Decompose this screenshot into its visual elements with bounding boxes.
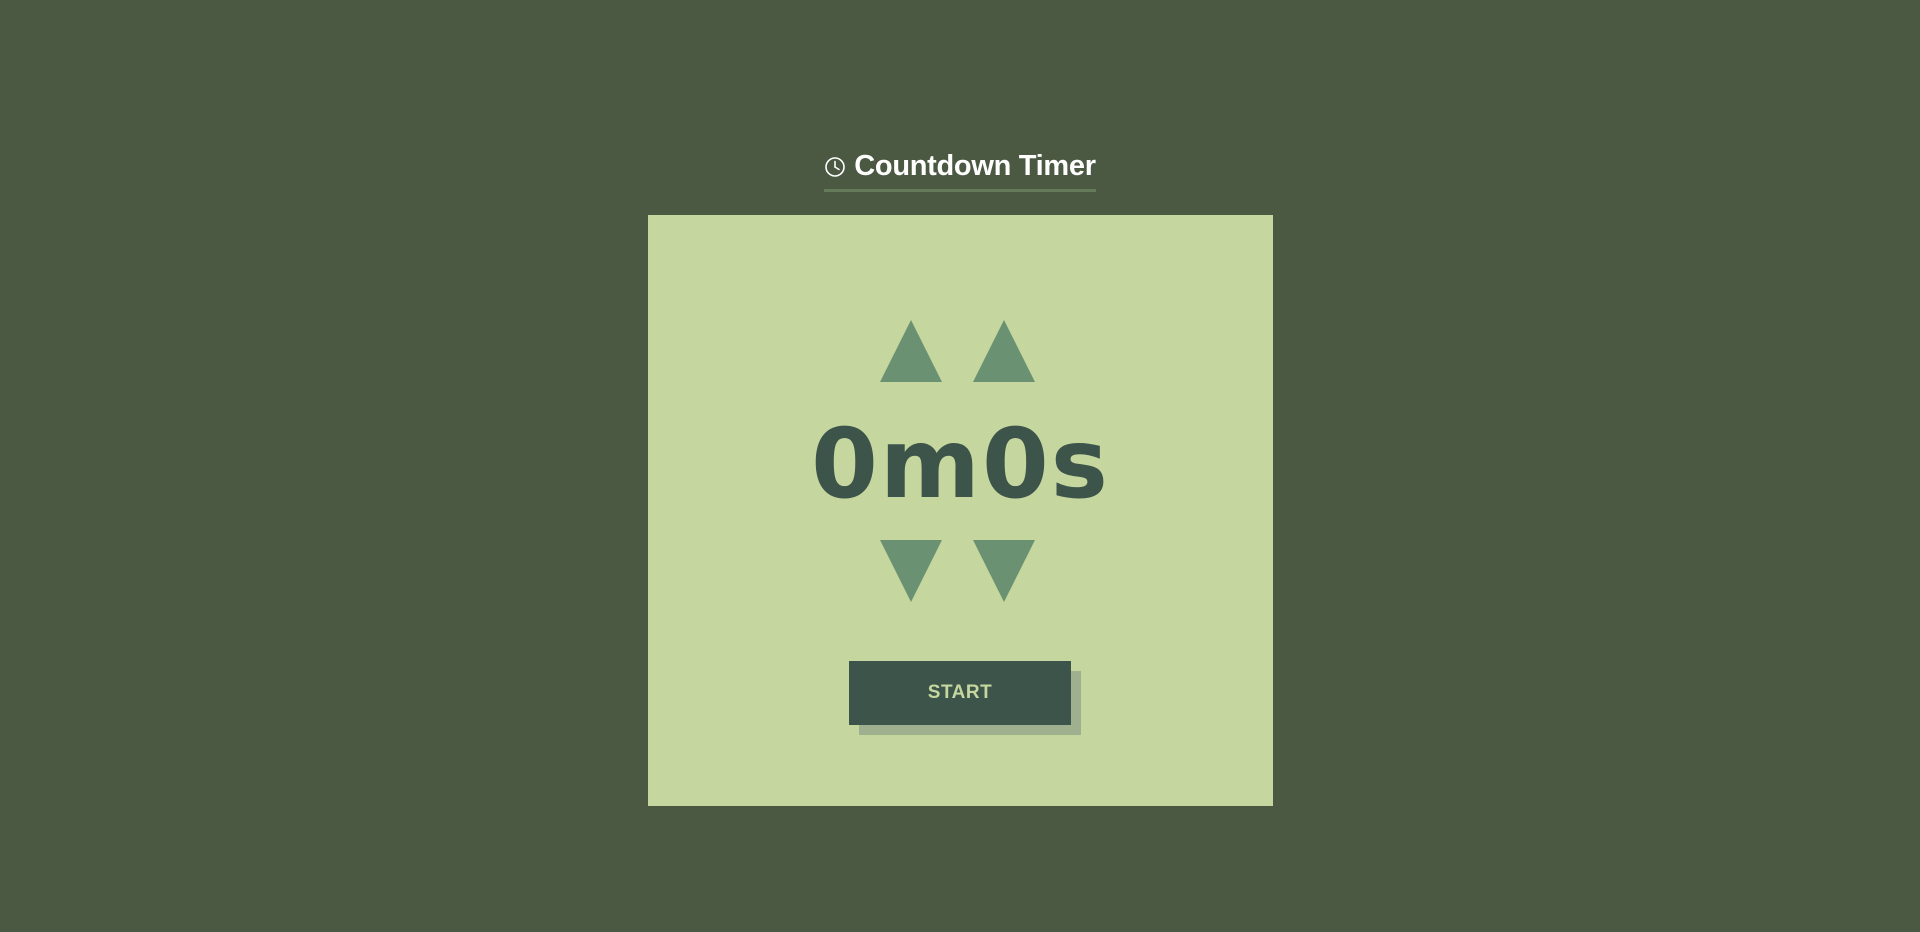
minutes-up-button[interactable] [880, 320, 942, 382]
clock-icon [824, 156, 846, 178]
seconds-down-button[interactable] [973, 540, 1035, 602]
seconds-up-button[interactable] [973, 320, 1035, 382]
start-button[interactable]: START [849, 661, 1071, 725]
timer-display: 0m0s [811, 408, 1110, 520]
minutes-down-button[interactable] [880, 540, 942, 602]
header: Countdown Timer [0, 150, 1920, 192]
page-title: Countdown Timer [854, 150, 1096, 182]
page-title-wrap: Countdown Timer [824, 150, 1096, 192]
timer-card: 0m0s START [648, 215, 1273, 806]
